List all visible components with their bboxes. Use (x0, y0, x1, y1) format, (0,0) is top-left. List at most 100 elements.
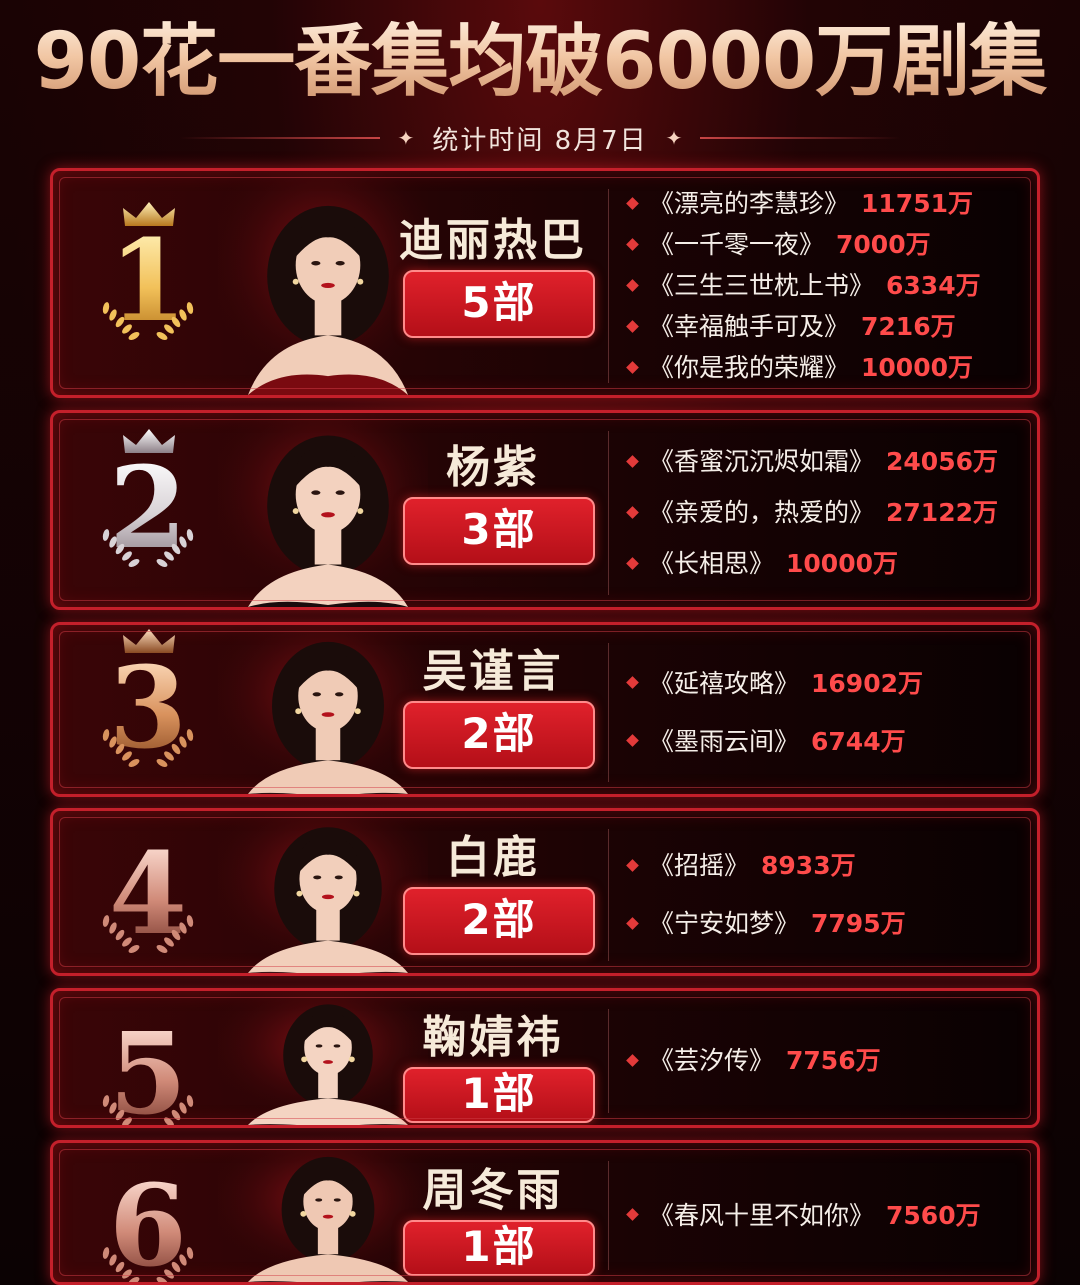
rank-badge: 6 (88, 1143, 208, 1282)
drama-title: 《三生三世枕上书》 (649, 271, 875, 300)
drama-title: 《你是我的荣耀》 (649, 353, 850, 382)
sparkle-icon: ✦ (665, 126, 683, 150)
diamond-bullet-icon (626, 916, 639, 930)
drama-title: 《一千零一夜》 (649, 230, 825, 259)
subtitle-divider-right (700, 137, 901, 139)
drama-views: 7756万 (786, 1046, 881, 1075)
diamond-bullet-icon (626, 319, 639, 333)
laurel-wreath-icon (102, 729, 194, 767)
drama-title: 《春风十里不如你》 (649, 1200, 875, 1230)
laurel-wreath-icon (102, 1095, 194, 1125)
laurel-wreath-icon (102, 1247, 194, 1282)
drama-title: 《芸汐传》 (649, 1046, 775, 1075)
laurel-wreath-icon (102, 529, 194, 567)
diamond-bullet-icon (626, 858, 639, 872)
drama-item: 《墨雨云间》 6744万 (626, 722, 906, 762)
drama-item: 《三生三世枕上书》 6334万 (626, 266, 981, 306)
rank-card: 6 周冬雨 1部 《春风十里不如你》 7560万 (50, 1140, 1040, 1285)
actress-name: 杨紫 (446, 442, 540, 493)
drama-list: 《春风十里不如你》 7560万 (626, 1143, 1027, 1282)
drama-title: 《长相思》 (649, 549, 775, 578)
drama-views: 7560万 (886, 1200, 981, 1230)
drama-views: 10000万 (786, 549, 898, 578)
drama-list: 《招摇》 8933万《宁安如梦》 7795万 (626, 811, 1027, 973)
stat-date: 统计时间 8月7日 (432, 125, 648, 156)
drama-count-badge: 5部 (403, 270, 595, 338)
drama-views: 8933万 (761, 851, 856, 880)
rank-card: 4 白鹿 2部 《招摇》 8933万《宁安如梦》 7795万 (50, 808, 1040, 976)
drama-list: 《延禧攻略》 16902万 《墨雨云间》 6744万 (626, 625, 1027, 794)
drama-views: 6744万 (811, 726, 906, 756)
diamond-bullet-icon (626, 1053, 639, 1067)
rank-badge: 3 (88, 625, 208, 794)
actress-name: 迪丽热巴 (399, 215, 587, 266)
drama-views: 7216万 (861, 312, 956, 341)
drama-item: 《春风十里不如你》 7560万 (626, 1196, 981, 1236)
rank-card: 5 鞠婧祎 1部 《芸汐传》 7756万 (50, 988, 1040, 1128)
actress-name: 白鹿 (446, 832, 540, 883)
drama-views: 11751万 (861, 189, 973, 218)
diamond-bullet-icon (626, 278, 639, 292)
drama-views: 24056万 (886, 447, 998, 476)
drama-item: 《一千零一夜》 7000万 (626, 225, 931, 265)
drama-count-badge: 1部 (403, 1067, 595, 1123)
diamond-bullet-icon (626, 676, 639, 689)
drama-views: 16902万 (811, 668, 923, 698)
drama-count-badge: 3部 (403, 497, 595, 565)
drama-item: 《香蜜沉沉烬如霜》 24056万 (626, 442, 998, 482)
diamond-bullet-icon (626, 1208, 639, 1221)
rank-badge: 1 (88, 171, 208, 395)
drama-item: 《幸福触手可及》 7216万 (626, 307, 956, 347)
rank-badge: 4 (88, 811, 208, 973)
rank-card: 2 杨紫 3部 《香蜜沉沉烬如霜》 24056万《亲爱的，热爱的》 27122万《长相思》… (50, 410, 1040, 610)
laurel-wreath-icon (102, 302, 194, 340)
drama-views: 6334万 (886, 271, 981, 300)
subtitle-row: ✦ 统计时间 8月7日 ✦ (0, 118, 1080, 158)
drama-title: 《墨雨云间》 (649, 726, 800, 756)
drama-item: 《招摇》 8933万 (626, 846, 856, 886)
diamond-bullet-icon (626, 505, 639, 519)
diamond-bullet-icon (626, 454, 639, 468)
rank-badge: 2 (88, 413, 208, 607)
column-divider (608, 1161, 609, 1270)
drama-item: 《长相思》 10000万 (626, 544, 898, 584)
drama-list: 《香蜜沉沉烬如霜》 24056万《亲爱的，热爱的》 27122万《长相思》 10000… (626, 413, 1027, 607)
drama-item: 《亲爱的，热爱的》 27122万 (626, 493, 998, 533)
drama-count-badge: 2部 (403, 701, 595, 769)
drama-item: 《宁安如梦》 7795万 (626, 904, 906, 944)
diamond-bullet-icon (626, 237, 639, 251)
drama-title: 《幸福触手可及》 (649, 312, 850, 341)
drama-count-badge: 1部 (403, 1219, 595, 1276)
drama-views: 27122万 (886, 498, 998, 527)
drama-views: 7000万 (836, 230, 931, 259)
diamond-bullet-icon (626, 360, 639, 374)
diamond-bullet-icon (626, 734, 639, 747)
drama-title: 《招摇》 (649, 851, 750, 880)
page-title: 90花一番集均破6000万剧集排行榜 (0, 10, 1080, 212)
sparkle-icon: ✦ (397, 126, 415, 150)
subtitle-divider-left (179, 137, 380, 139)
column-divider (608, 431, 609, 595)
diamond-bullet-icon (626, 196, 639, 210)
drama-count-badge: 2部 (403, 887, 595, 955)
diamond-bullet-icon (626, 556, 639, 570)
column-divider (608, 189, 609, 383)
rank-card: 1 迪丽热巴 5部 《漂亮的李慧珍》 11751万《一千零一夜》 7000万《三生三世枕上… (50, 168, 1040, 398)
drama-item: 《延禧攻略》 16902万 (626, 664, 923, 704)
drama-item: 《芸汐传》 7756万 (626, 1041, 881, 1081)
drama-item: 《你是我的荣耀》 10000万 (626, 348, 973, 388)
column-divider (608, 1009, 609, 1113)
drama-views: 10000万 (861, 353, 973, 382)
drama-title: 《宁安如梦》 (649, 909, 800, 938)
column-divider (608, 829, 609, 961)
drama-list: 《漂亮的李慧珍》 11751万《一千零一夜》 7000万《三生三世枕上书》 6334万… (626, 171, 1027, 395)
drama-list: 《芸汐传》 7756万 (626, 991, 1027, 1125)
rank-card: 3 吴谨言 2部 《延禧攻略》 16902万 《墨雨云间》 6744万 (50, 622, 1040, 797)
drama-item: 《漂亮的李慧珍》 11751万 (626, 184, 973, 224)
laurel-wreath-icon (102, 915, 194, 953)
drama-title: 《延禧攻略》 (649, 668, 800, 698)
rank-badge: 5 (88, 991, 208, 1125)
drama-title: 《亲爱的，热爱的》 (649, 498, 875, 527)
actress-name: 吴谨言 (422, 646, 564, 697)
drama-views: 7795万 (811, 909, 906, 938)
